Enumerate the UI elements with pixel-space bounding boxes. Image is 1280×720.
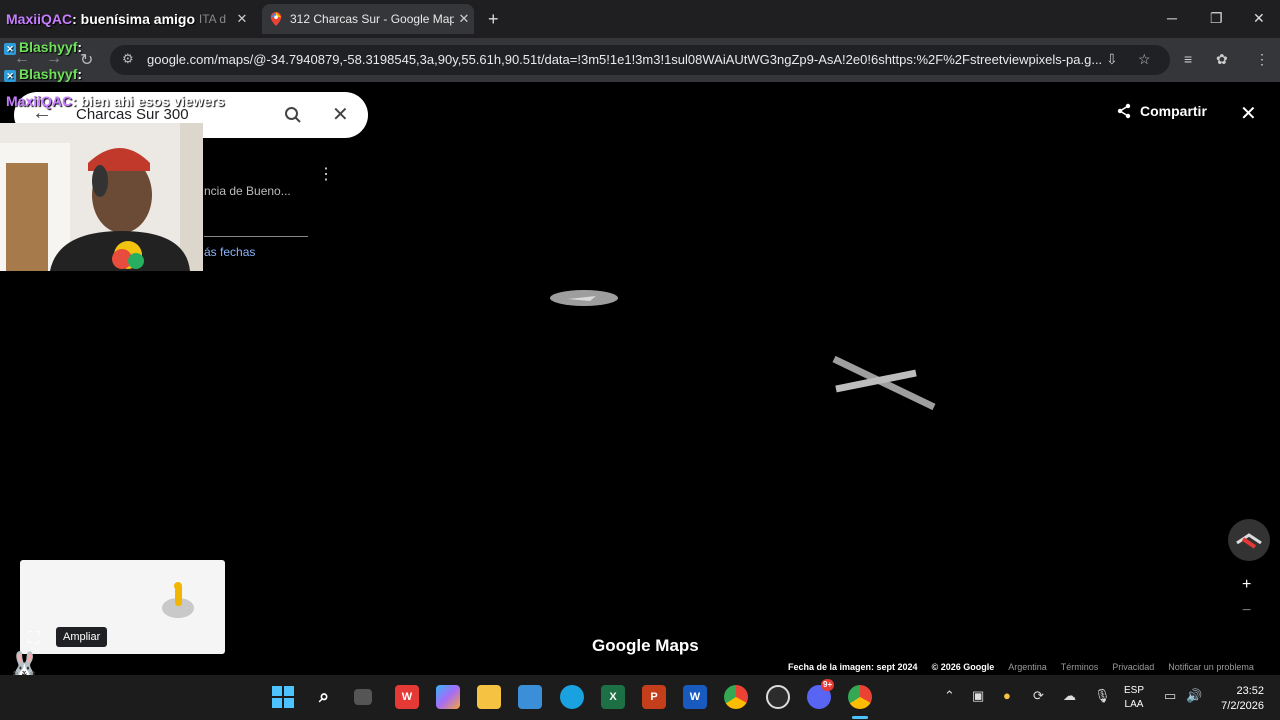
language-code: ESP — [1124, 685, 1145, 696]
google-maps-logo: Google Maps — [592, 636, 699, 655]
webcam-person-image — [0, 123, 203, 271]
tray-app-icon[interactable]: ● — [1003, 688, 1011, 703]
browser-toolbar: ← → ↻ ⚙ google.com/maps/@-34.7940879,-58… — [0, 38, 1280, 82]
onedrive-icon[interactable]: ☁ — [1063, 688, 1076, 704]
close-tab-icon[interactable]: ✕ — [232, 11, 252, 27]
url-text[interactable]: google.com/maps/@-34.7940879,-58.3198545… — [147, 52, 1107, 67]
attribution-link[interactable]: Términos — [1061, 662, 1099, 672]
more-options-icon[interactable]: ⋮ — [318, 164, 334, 184]
new-tab-button[interactable]: + — [488, 9, 499, 30]
chat-text: : bien ahi esos viewers — [72, 93, 225, 109]
wps-office-icon[interactable]: W — [395, 685, 419, 709]
chat-text: : — [77, 66, 83, 82]
mini-map[interactable] — [20, 560, 225, 654]
close-street-view-icon[interactable]: ✕ — [1240, 101, 1257, 126]
expand-map-icon[interactable]: ⛶ — [28, 630, 39, 648]
attribution-link[interactable]: Notificar un problema — [1168, 662, 1254, 672]
close-window-icon[interactable]: ✕ — [1253, 10, 1265, 27]
clock-date: 7/2/2026 — [1221, 700, 1264, 712]
microphone-icon[interactable]: 🎙 — [1094, 688, 1111, 704]
powerpoint-icon[interactable]: P — [642, 685, 666, 709]
minimize-icon[interactable]: ─ — [1167, 10, 1177, 26]
chat-message: MaxiiQAC: bien ahi esos viewers — [6, 93, 225, 109]
share-button[interactable]: Compartir — [1116, 103, 1207, 119]
badge-icon: ✕ — [4, 43, 16, 55]
chat-text: : — [77, 39, 83, 55]
active-app-indicator — [852, 716, 868, 719]
tray-app-icon[interactable]: ▣ — [972, 688, 984, 704]
chrome-icon[interactable] — [724, 685, 748, 709]
excel-icon[interactable]: X — [601, 685, 625, 709]
attribution-link[interactable]: Argentina — [1008, 662, 1047, 672]
language-indicator[interactable]: ESP LAA — [1124, 684, 1144, 712]
network-icon[interactable]: ▭ — [1164, 688, 1176, 704]
image-date: Fecha de la imagen: sept 2024 — [788, 662, 918, 672]
more-dates-link[interactable]: ás fechas — [204, 245, 255, 259]
windows-taskbar: ⌕ W X P W 9+ ⌃ ▣ ● ⟳ ☁ 🎙 ESP LAA ▭ 🔊 23:… — [0, 675, 1280, 720]
volume-icon[interactable]: 🔊 — [1186, 688, 1202, 704]
chat-username: MaxiiQAC — [6, 93, 73, 109]
copilot-icon[interactable] — [436, 685, 460, 709]
windows-start-icon[interactable] — [271, 685, 295, 709]
compass-needle-icon — [1236, 533, 1262, 549]
tab-title: 312 Charcas Sur - Google Maps — [290, 12, 454, 26]
maximize-icon[interactable]: ❐ — [1210, 10, 1223, 27]
discord-badge: 9+ — [821, 679, 835, 691]
browser-tab-active[interactable]: 312 Charcas Sur - Google Maps ✕ — [262, 4, 474, 34]
edge-icon[interactable] — [560, 685, 584, 709]
menu-kebab-icon[interactable]: ⋮ — [1255, 51, 1269, 68]
clock-time: 23:52 — [1236, 685, 1264, 697]
taskbar-search-icon[interactable]: ⌕ — [312, 685, 336, 709]
share-icon — [1117, 103, 1131, 119]
copyright: © 2026 Google — [931, 662, 995, 672]
show-hidden-icons-icon[interactable]: ⌃ — [944, 688, 955, 704]
badge-icon: ✕ — [4, 70, 16, 82]
site-info-icon[interactable]: ⚙ — [122, 51, 134, 67]
pegman-icon — [162, 582, 194, 618]
discord-icon[interactable]: 9+ — [807, 679, 835, 709]
divider — [204, 236, 308, 237]
task-view-icon[interactable] — [354, 689, 372, 705]
search-icon[interactable] — [284, 106, 302, 124]
place-subtitle: ncia de Bueno... — [204, 184, 291, 198]
attribution-link[interactable]: Privacidad — [1112, 662, 1154, 672]
address-bar[interactable]: ⚙ google.com/maps/@-34.7940879,-58.31985… — [110, 45, 1170, 75]
chat-username: MaxiiQAC — [6, 11, 73, 27]
zoom-out-button[interactable]: − — [1242, 602, 1251, 620]
chat-message: ✕ Blashyyf: — [4, 66, 82, 82]
chat-message: MaxiiQAC: buenísima amigo — [6, 11, 195, 27]
store-icon[interactable] — [518, 685, 542, 709]
install-app-icon[interactable]: ⇩ — [1106, 51, 1118, 68]
chat-username: Blashyyf — [19, 66, 78, 82]
obs-icon[interactable] — [766, 685, 790, 709]
streamer-webcam — [0, 123, 203, 271]
file-explorer-icon[interactable] — [477, 685, 501, 709]
zoom-in-button[interactable]: + — [1242, 576, 1251, 594]
sync-icon[interactable]: ⟳ — [1033, 688, 1044, 704]
chat-text: : buenísima amigo — [72, 11, 196, 27]
extension-icon[interactable]: ✿ — [1216, 51, 1228, 68]
clear-search-icon[interactable]: ✕ — [332, 102, 349, 127]
system-clock[interactable]: 23:52 7/2/2026 — [1212, 684, 1264, 714]
keyboard-layout: LAA — [1124, 699, 1144, 710]
close-tab-icon[interactable]: ✕ — [454, 11, 474, 27]
expand-tooltip: Ampliar — [56, 627, 108, 647]
bookmark-star-icon[interactable]: ☆ — [1138, 51, 1151, 68]
street-view-navigation-cursor[interactable] — [548, 288, 620, 308]
attribution-bar: Fecha de la imagen: sept 2024 © 2026 Goo… — [788, 662, 1254, 672]
compass-control[interactable] — [1228, 519, 1270, 561]
chat-username: Blashyyf — [19, 39, 78, 55]
share-label: Compartir — [1140, 103, 1207, 119]
chrome-active-icon[interactable] — [848, 685, 872, 709]
word-icon[interactable]: W — [683, 685, 707, 709]
media-controls-icon[interactable]: ≡ — [1184, 51, 1192, 67]
street-view-direction-marker[interactable] — [830, 355, 938, 411]
google-maps-favicon-icon — [270, 12, 282, 26]
chat-message: ✕ Blashyyf: — [4, 39, 82, 55]
